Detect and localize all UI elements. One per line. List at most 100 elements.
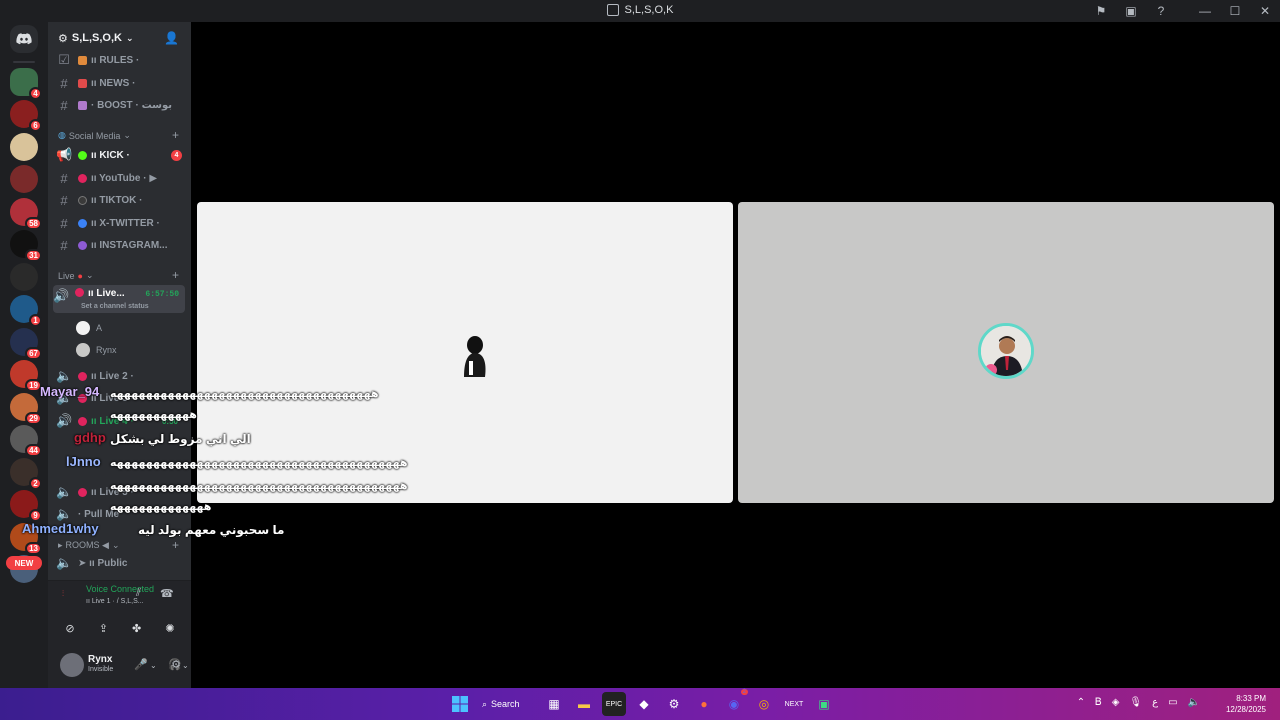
search-icon: ⌕	[482, 698, 488, 709]
server-icon[interactable]: 6	[10, 100, 42, 132]
tray-mic-icon[interactable]: 🎙	[1129, 697, 1142, 708]
scroll-icon	[78, 55, 87, 65]
channel-kick[interactable]: 📢 ıı KICK · 4	[56, 145, 186, 165]
channel-live-1[interactable]: 🔊 ıı Live... 6:57:50 Set a channel statu…	[53, 285, 185, 313]
taskbar-clock[interactable]: 8:33 PM 12/28/2025	[1226, 693, 1266, 715]
windows-start-icon[interactable]	[448, 692, 472, 716]
server-icon[interactable]: 2	[10, 457, 42, 490]
channel-tiktok[interactable]: # ıı TIKTOK ·	[56, 190, 186, 210]
add-channel-rooms-icon[interactable]: +	[172, 538, 179, 552]
mention-badge: 44	[25, 444, 42, 457]
participant-tile-rynx[interactable]	[738, 202, 1274, 503]
overlay-message: هههههههههههههه	[110, 501, 212, 513]
server-icon[interactable]	[10, 262, 38, 291]
server-icon[interactable]	[10, 132, 38, 161]
channel-rules[interactable]: ☑ ıı RULES ·	[56, 50, 186, 70]
mention-badge: 4	[171, 149, 182, 161]
channel-youtube[interactable]: # ıı YouTube · ▶	[56, 168, 186, 188]
server-icon[interactable]: 29	[10, 392, 42, 425]
close-button[interactable]: ✕	[1250, 4, 1280, 18]
windows-taskbar: ⌕ Search ▦ ▬ EPIC ◆ ⚙ ● ◉ 2 ◎ NEXT ▣ ⌃ Ᏼ …	[0, 688, 1280, 720]
maximize-button[interactable]: ☐	[1220, 4, 1250, 18]
discord-home-button[interactable]	[10, 25, 38, 53]
channel-news[interactable]: # ıı NEWS ·	[56, 73, 186, 93]
youtube-icon	[78, 173, 87, 183]
server-icon[interactable]: 19	[10, 360, 42, 392]
file-explorer-icon[interactable]: ▬	[572, 692, 596, 716]
avatar	[76, 321, 90, 335]
tray-network-icon[interactable]: ◈	[1112, 697, 1120, 708]
steam-icon[interactable]: ⚙	[662, 692, 686, 716]
help-icon[interactable]: ?	[1146, 4, 1176, 18]
user-name[interactable]: Rynx	[88, 654, 112, 665]
invite-people-icon[interactable]: 👤	[164, 31, 179, 45]
minimize-button[interactable]: —	[1190, 4, 1220, 18]
firefox-icon[interactable]: ●	[692, 692, 716, 716]
mention-badge: 6	[29, 119, 42, 132]
inbox-icon[interactable]: ▣	[1116, 4, 1146, 18]
taskbar-search[interactable]: ⌕ Search	[478, 692, 536, 716]
chevron-down-icon[interactable]: ⌄	[182, 661, 189, 670]
user-avatar[interactable]	[60, 653, 84, 677]
channel-live-2[interactable]: 🔈 ıı Live 2 ·	[56, 366, 186, 386]
server-icon[interactable]: 44	[10, 425, 42, 457]
channel-boost[interactable]: # · BOOST · بوست	[56, 95, 186, 115]
channel-status[interactable]: Set a channel status	[81, 303, 149, 310]
hash-icon: #	[60, 237, 68, 253]
server-icon[interactable]: 31	[10, 230, 42, 262]
server-icon[interactable]: 1	[10, 295, 42, 327]
overlay-username: Ahmed1why	[22, 521, 99, 536]
camera-off-icon[interactable]: ⊘	[56, 617, 84, 639]
category-live[interactable]: Live ● ⌄	[58, 270, 94, 281]
tray-b-icon[interactable]: Ᏼ	[1095, 697, 1102, 708]
input-language[interactable]: ع	[1152, 697, 1158, 708]
microphone-icon[interactable]: 🎤	[134, 658, 148, 671]
chrome-icon[interactable]: ◎	[752, 692, 776, 716]
hash-icon: #	[60, 215, 68, 231]
server-icon[interactable]: 58	[10, 197, 42, 230]
screen-share-icon[interactable]: ⇪	[89, 617, 117, 639]
category-rooms[interactable]: ▸ ROOMS ◀ ⌄	[58, 540, 120, 551]
voice-channel-link[interactable]: ıı Live 1 · / S,L,S...	[86, 598, 144, 605]
store-icon[interactable]: ▦	[542, 692, 566, 716]
network-icon[interactable]: ▭	[1168, 697, 1177, 708]
server-gear-icon: ⚙	[58, 32, 68, 45]
globe-icon: ◍	[58, 130, 66, 140]
chevron-down-icon[interactable]: ⌄	[150, 661, 157, 670]
voice-user-a[interactable]: A	[76, 321, 102, 335]
disconnect-icon[interactable]: ☎	[160, 587, 174, 600]
live-dot-icon	[78, 487, 87, 497]
soundboard-icon[interactable]: ✺	[156, 617, 184, 639]
server-icon[interactable]	[10, 165, 38, 193]
live-dot-icon	[78, 416, 87, 426]
noise-suppression-icon[interactable]: ⫽	[136, 587, 141, 600]
voice-user-rynx[interactable]: Rynx	[76, 343, 117, 357]
next-app-icon[interactable]: NEXT	[782, 692, 806, 716]
user-status: Invisible	[88, 666, 114, 673]
discord-badge: 2	[740, 689, 748, 695]
channel-x-twitter[interactable]: # ıı X-TWITTER ·	[56, 213, 186, 233]
chevron-down-icon: ⌄	[111, 540, 120, 550]
server-icon[interactable]: 4	[10, 67, 42, 100]
discord-taskbar-icon[interactable]: ◉ 2	[722, 689, 748, 716]
discord-window: S,L,S,O,K ⚑ ▣ ? — ☐ ✕ 4 6 58 31 1 67 19 29 44 2 9 1…	[0, 0, 1280, 720]
siren-icon	[78, 78, 87, 88]
add-channel-social-icon[interactable]: +	[172, 128, 179, 142]
category-social-media[interactable]: ◍ Social Media ⌄	[58, 130, 131, 141]
mention-badge: 4	[29, 86, 42, 100]
channel-instagram[interactable]: # ıı INSTAGRAM...	[56, 235, 186, 255]
add-channel-live-icon[interactable]: +	[172, 268, 179, 282]
app-green-icon[interactable]: ▣	[812, 692, 836, 716]
server-icon[interactable]: 67	[10, 327, 42, 360]
hash-icon: #	[60, 97, 68, 113]
flag-icon[interactable]: ⚑	[1086, 4, 1116, 18]
new-badge[interactable]: NEW	[6, 556, 42, 570]
app-icon[interactable]: ◆	[632, 692, 656, 716]
volume-icon[interactable]: 🔈	[1188, 697, 1200, 708]
channel-public[interactable]: 🔈 ➤ ıı Public	[56, 553, 186, 573]
epic-games-icon[interactable]: EPIC	[602, 692, 626, 716]
activities-icon[interactable]: ✤	[123, 617, 151, 639]
server-icon[interactable]: 9	[10, 490, 42, 522]
chevron-up-icon[interactable]: ⌃	[1077, 697, 1085, 708]
settings-gear-icon[interactable]: ⚙	[171, 658, 181, 671]
